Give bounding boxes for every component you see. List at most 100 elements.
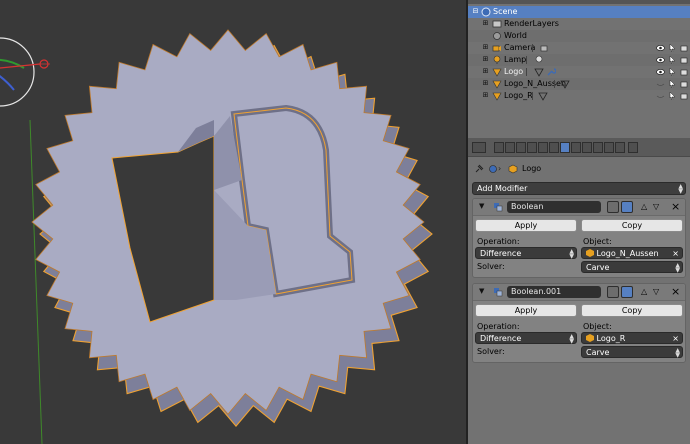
solver-value: Carve [586, 263, 610, 272]
render-camera-icon[interactable] [680, 68, 689, 76]
tab-physics[interactable] [615, 142, 625, 153]
tab-render-layers[interactable] [505, 142, 515, 153]
tab-particles[interactable] [604, 142, 614, 153]
move-up-icon[interactable]: △ [641, 287, 647, 296]
outliner-label: Lamp [504, 55, 527, 64]
outliner-label: World [504, 31, 527, 40]
tab-render[interactable] [494, 142, 504, 153]
render-camera-icon[interactable] [680, 56, 689, 64]
outliner-row-scene[interactable]: ⊟ Scene [468, 6, 690, 18]
modifier-name-field[interactable]: Boolean [507, 201, 601, 213]
properties-editor[interactable]: › Logo Add Modifier ▲ ▼ ▼ Boolean △ ▽ × A… [468, 138, 690, 444]
tab-data[interactable] [571, 142, 581, 153]
selectable-cursor-icon[interactable] [668, 55, 677, 65]
show-viewport-eye-icon[interactable] [621, 286, 633, 298]
move-down-icon[interactable]: ▽ [653, 287, 659, 296]
outliner-row-logo[interactable]: ⊞ Logo [468, 66, 690, 78]
selectable-cursor-icon[interactable] [668, 67, 677, 77]
render-camera-icon[interactable] [680, 80, 689, 88]
show-viewport-eye-icon[interactable] [621, 201, 633, 213]
selectable-cursor-icon[interactable] [668, 79, 677, 89]
collapse-icon[interactable]: ⊟ [472, 8, 479, 15]
tab-object[interactable] [538, 142, 548, 153]
renderlayers-icon [492, 19, 502, 29]
expand-icon[interactable]: ⊞ [482, 80, 489, 87]
tab-extra[interactable] [628, 142, 638, 153]
copy-button[interactable]: Copy [581, 304, 683, 317]
lamp-icon [492, 55, 502, 65]
expand-icon[interactable]: ⊞ [482, 20, 489, 27]
expand-icon[interactable]: ⊞ [482, 92, 489, 99]
outliner-row-lamp[interactable]: ⊞ Lamp [468, 54, 690, 66]
move-up-icon[interactable]: △ [641, 202, 647, 211]
object-field[interactable]: Logo_R × [581, 332, 683, 344]
object-field[interactable]: Logo_N_Aussen × [581, 247, 683, 259]
tab-texture[interactable] [593, 142, 603, 153]
apply-button[interactable]: Apply [475, 219, 577, 232]
selectable-cursor-icon[interactable] [668, 43, 677, 53]
expand-icon[interactable]: ⊞ [482, 68, 489, 75]
tab-constraints[interactable] [549, 142, 559, 153]
clear-field-icon[interactable]: × [672, 248, 679, 260]
solver-dropdown[interactable]: Carve ▲ ▼ [581, 261, 683, 274]
object-cube-icon [586, 249, 594, 258]
dropdown-arrows-icon: ▲ ▼ [569, 333, 574, 345]
outliner-row-logo-r[interactable]: ⊞ Logo_R [468, 90, 690, 102]
visibility-eye-closed-icon[interactable] [656, 80, 665, 88]
operation-label: Operation: [477, 237, 520, 246]
expand-icon[interactable]: ⊞ [482, 44, 489, 51]
render-camera-icon[interactable] [680, 44, 689, 52]
outliner-header [468, 0, 690, 4]
y-axis-line [29, 119, 43, 444]
collapse-triangle-icon[interactable]: ▼ [479, 287, 484, 295]
viewport-canvas [0, 29, 433, 444]
outliner[interactable]: ⊟ Scene ⊞ RenderLayers World ⊞ Camera ⊞ … [468, 0, 690, 138]
outliner-label: Logo [504, 67, 524, 76]
rotation-gizmo[interactable] [0, 37, 50, 107]
expand-icon[interactable]: ⊞ [482, 56, 489, 63]
boolean-modifier-icon [493, 202, 503, 214]
outliner-row-logo-n-aussen[interactable]: ⊞ Logo_N_Aussen [468, 78, 690, 90]
remove-modifier-icon[interactable]: × [671, 200, 680, 213]
show-render-icon[interactable] [607, 286, 619, 298]
operation-dropdown[interactable]: Difference ▲ ▼ [475, 332, 577, 345]
pin-icon[interactable] [474, 164, 484, 179]
outliner-row-world[interactable]: World [468, 30, 690, 42]
add-modifier-dropdown[interactable]: Add Modifier ▲ ▼ [472, 182, 686, 195]
render-camera-icon[interactable] [680, 92, 689, 100]
visibility-eye-icon[interactable] [656, 68, 665, 76]
apply-button[interactable]: Apply [475, 304, 577, 317]
show-render-icon[interactable] [607, 201, 619, 213]
solver-dropdown[interactable]: Carve ▲ ▼ [581, 346, 683, 359]
tab-world[interactable] [527, 142, 537, 153]
selectable-cursor-icon[interactable] [668, 91, 677, 101]
breadcrumb-arrow-icon: › [498, 164, 502, 173]
editor-type-icon[interactable] [472, 142, 486, 153]
move-down-icon[interactable]: ▽ [653, 202, 659, 211]
outliner-label: Logo_R [504, 91, 533, 100]
modifier-wrench-icon [546, 67, 557, 77]
outliner-row-camera[interactable]: ⊞ Camera [468, 42, 690, 54]
clear-field-icon[interactable]: × [672, 333, 679, 345]
operation-dropdown[interactable]: Difference ▲ ▼ [475, 247, 577, 260]
tab-modifiers[interactable] [560, 142, 570, 153]
modifier-name-field[interactable]: Boolean.001 [507, 286, 601, 298]
operation-value: Difference [480, 334, 522, 343]
collapse-triangle-icon[interactable]: ▼ [479, 202, 484, 210]
modifier-header[interactable]: ▼ Boolean △ ▽ × [473, 199, 685, 216]
3d-viewport[interactable] [0, 0, 466, 444]
remove-modifier-icon[interactable]: × [671, 285, 680, 298]
copy-button[interactable]: Copy [581, 219, 683, 232]
tab-scene[interactable] [516, 142, 526, 153]
outliner-row-renderlayers[interactable]: ⊞ RenderLayers [468, 18, 690, 30]
outliner-label: Camera [504, 43, 536, 52]
visibility-eye-icon[interactable] [656, 44, 665, 52]
tab-material[interactable] [582, 142, 592, 153]
camera-data-icon [540, 43, 550, 53]
visibility-eye-icon[interactable] [656, 56, 665, 64]
mesh-object-icon [492, 67, 502, 77]
modifier-header[interactable]: ▼ Boolean.001 △ ▽ × [473, 284, 685, 301]
modifier-panel-boolean-001: ▼ Boolean.001 △ ▽ × Apply Copy Operation… [472, 283, 686, 363]
visibility-eye-closed-icon[interactable] [656, 92, 665, 100]
mesh-data-icon [534, 67, 544, 77]
